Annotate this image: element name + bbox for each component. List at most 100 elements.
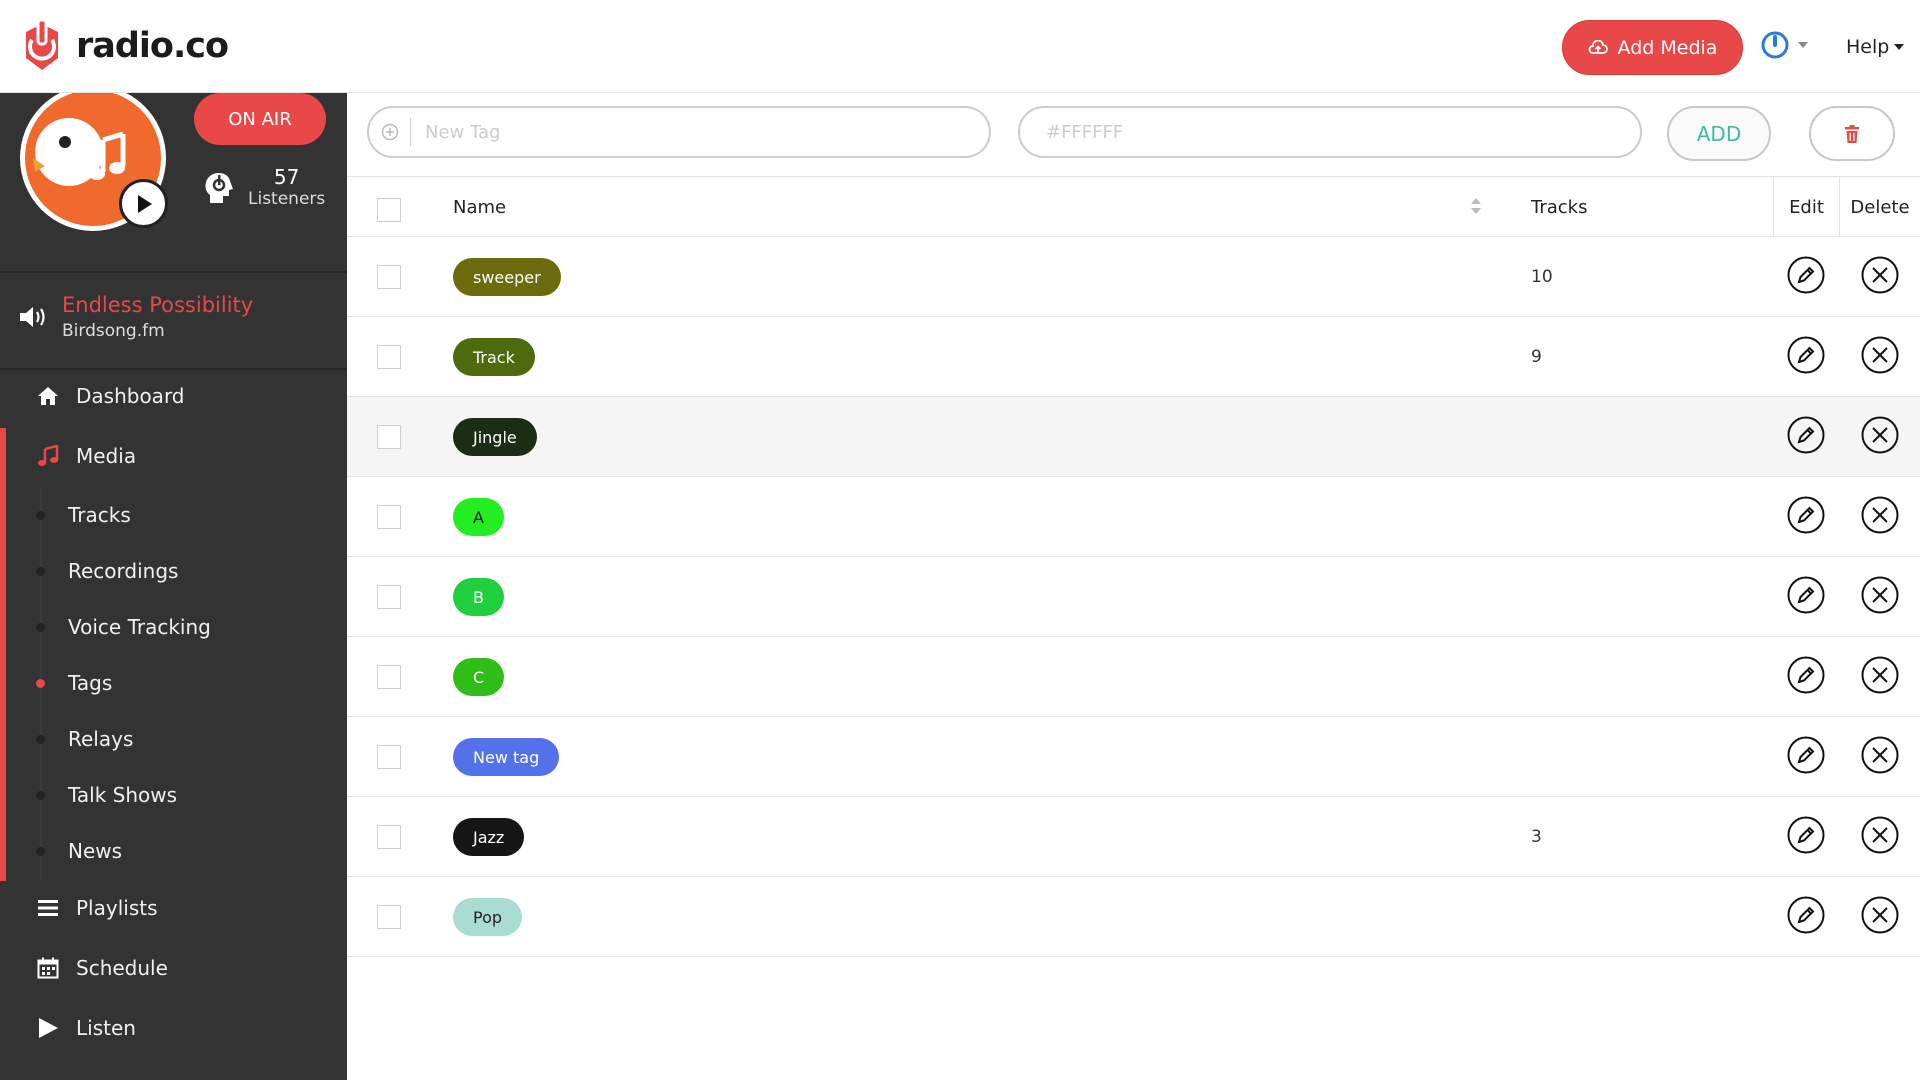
sidebar: ON AIR 57 Listeners Endless Possibility … [0,93,347,1080]
bullet-icon [36,566,45,576]
table-row[interactable]: Jazz 3 [347,797,1920,877]
tag-pill[interactable]: New tag [453,738,560,776]
close-circle-icon [1861,576,1899,618]
table-row[interactable]: Pop [347,877,1920,957]
row-checkbox[interactable] [377,905,401,929]
table-row[interactable]: sweeper 10 [347,237,1920,317]
now-playing: Endless Possibility Birdsong.fm [18,293,253,341]
chevron-down-icon [1798,42,1808,48]
delete-selected-button[interactable] [1809,106,1895,161]
edit-button[interactable] [1787,256,1825,296]
table-row[interactable]: Jingle [347,397,1920,477]
edit-button[interactable] [1787,576,1825,618]
tag-pill[interactable]: C [453,658,505,696]
delete-button[interactable] [1861,336,1899,378]
tag-pill[interactable]: sweeper [453,258,561,296]
tag-pill[interactable]: Jingle [453,418,537,456]
close-circle-icon [1861,896,1899,938]
trash-icon [1845,124,1859,143]
table-row[interactable]: C [347,637,1920,717]
row-checkbox[interactable] [377,425,401,449]
column-header-delete: Delete [1839,177,1920,237]
delete-button[interactable] [1861,736,1899,776]
delete-button[interactable] [1861,656,1899,698]
column-header-name[interactable]: Name [453,177,506,237]
nav-item-playlists[interactable]: Playlists [0,881,347,935]
row-checkbox[interactable] [377,665,401,689]
pencil-icon [1787,816,1825,858]
sidebar-item-tracks[interactable]: Tracks [0,491,347,539]
pencil-icon [1787,896,1825,938]
play-button[interactable] [119,179,168,228]
edit-button[interactable] [1787,496,1825,536]
help-label: Help [1846,36,1890,58]
tag-pill[interactable]: Pop [453,898,523,936]
close-circle-icon [1861,336,1899,378]
row-checkbox[interactable] [377,505,401,529]
table-row[interactable]: B [347,557,1920,637]
nav-item-dashboard[interactable]: Dashboard [0,369,347,423]
bullet-active-icon [36,678,45,688]
delete-button[interactable] [1861,896,1899,938]
add-media-button[interactable]: Add Media [1562,20,1743,75]
sidebar-item-tags[interactable]: Tags [0,659,347,707]
table-body: sweeper 10 Track 9 Jingle A B C New tag Jazz 3 Pop [347,237,1920,957]
table-row[interactable]: Track 9 [347,317,1920,397]
tag-pill[interactable]: Jazz [453,818,525,856]
pencil-icon [1787,576,1825,618]
sidebar-item-relays[interactable]: Relays [0,715,347,763]
select-all-checkbox[interactable] [377,198,401,222]
edit-button[interactable] [1787,656,1825,696]
tag-pill[interactable]: B [453,578,504,616]
logo[interactable]: radio.co [18,18,229,74]
nav-item-listen[interactable]: Listen [0,1001,347,1055]
tag-pill[interactable]: A [453,498,504,536]
sub-label: News [68,839,123,863]
sidebar-item-voice-tracking[interactable]: Voice Tracking [0,603,347,651]
table-row[interactable]: New tag [347,717,1920,797]
sidebar-item-recordings[interactable]: Recordings [0,547,347,595]
row-checkbox[interactable] [377,745,401,769]
row-checkbox[interactable] [377,585,401,609]
tag-color-input[interactable] [1018,106,1642,158]
edit-button[interactable] [1787,416,1825,456]
track-count: 3 [1531,827,1542,847]
sub-label: Tracks [68,503,131,527]
row-checkbox[interactable] [377,265,401,289]
edit-button[interactable] [1787,336,1825,376]
tag-pill[interactable]: Track [453,338,535,376]
sidebar-divider [0,271,347,273]
list-icon [36,896,60,920]
row-checkbox[interactable] [377,345,401,369]
delete-button[interactable] [1861,416,1899,456]
account-menu[interactable] [1760,30,1808,60]
listener-head-icon [205,173,233,203]
track-count: 10 [1531,267,1553,287]
delete-button[interactable] [1861,816,1899,856]
row-checkbox[interactable] [377,825,401,849]
sort-icon[interactable] [1470,197,1482,215]
delete-button[interactable] [1861,256,1899,296]
delete-button[interactable] [1861,576,1899,618]
sub-label: Recordings [68,559,179,583]
pencil-icon [1787,736,1825,778]
column-header-tracks: Tracks [1531,196,1588,218]
help-menu[interactable]: Help [1846,36,1905,58]
edit-button[interactable] [1787,816,1825,858]
bullet-icon [36,622,45,632]
play-triangle-icon [36,1016,60,1040]
sidebar-item-news[interactable]: News [0,827,347,875]
delete-button[interactable] [1861,496,1899,536]
bullet-icon [36,510,45,520]
sidebar-item-talk-shows[interactable]: Talk Shows [0,771,347,819]
table-row[interactable]: A [347,477,1920,557]
new-tag-input[interactable] [411,121,971,143]
nav-label: Media [76,444,137,468]
add-tag-button[interactable]: ADD [1667,106,1771,161]
nav-item-media[interactable]: Media [0,429,347,483]
listeners-count: 57 [273,165,300,189]
edit-button[interactable] [1787,736,1825,778]
edit-button[interactable] [1787,896,1825,938]
close-circle-icon [1861,656,1899,698]
nav-item-schedule[interactable]: Schedule [0,941,347,995]
